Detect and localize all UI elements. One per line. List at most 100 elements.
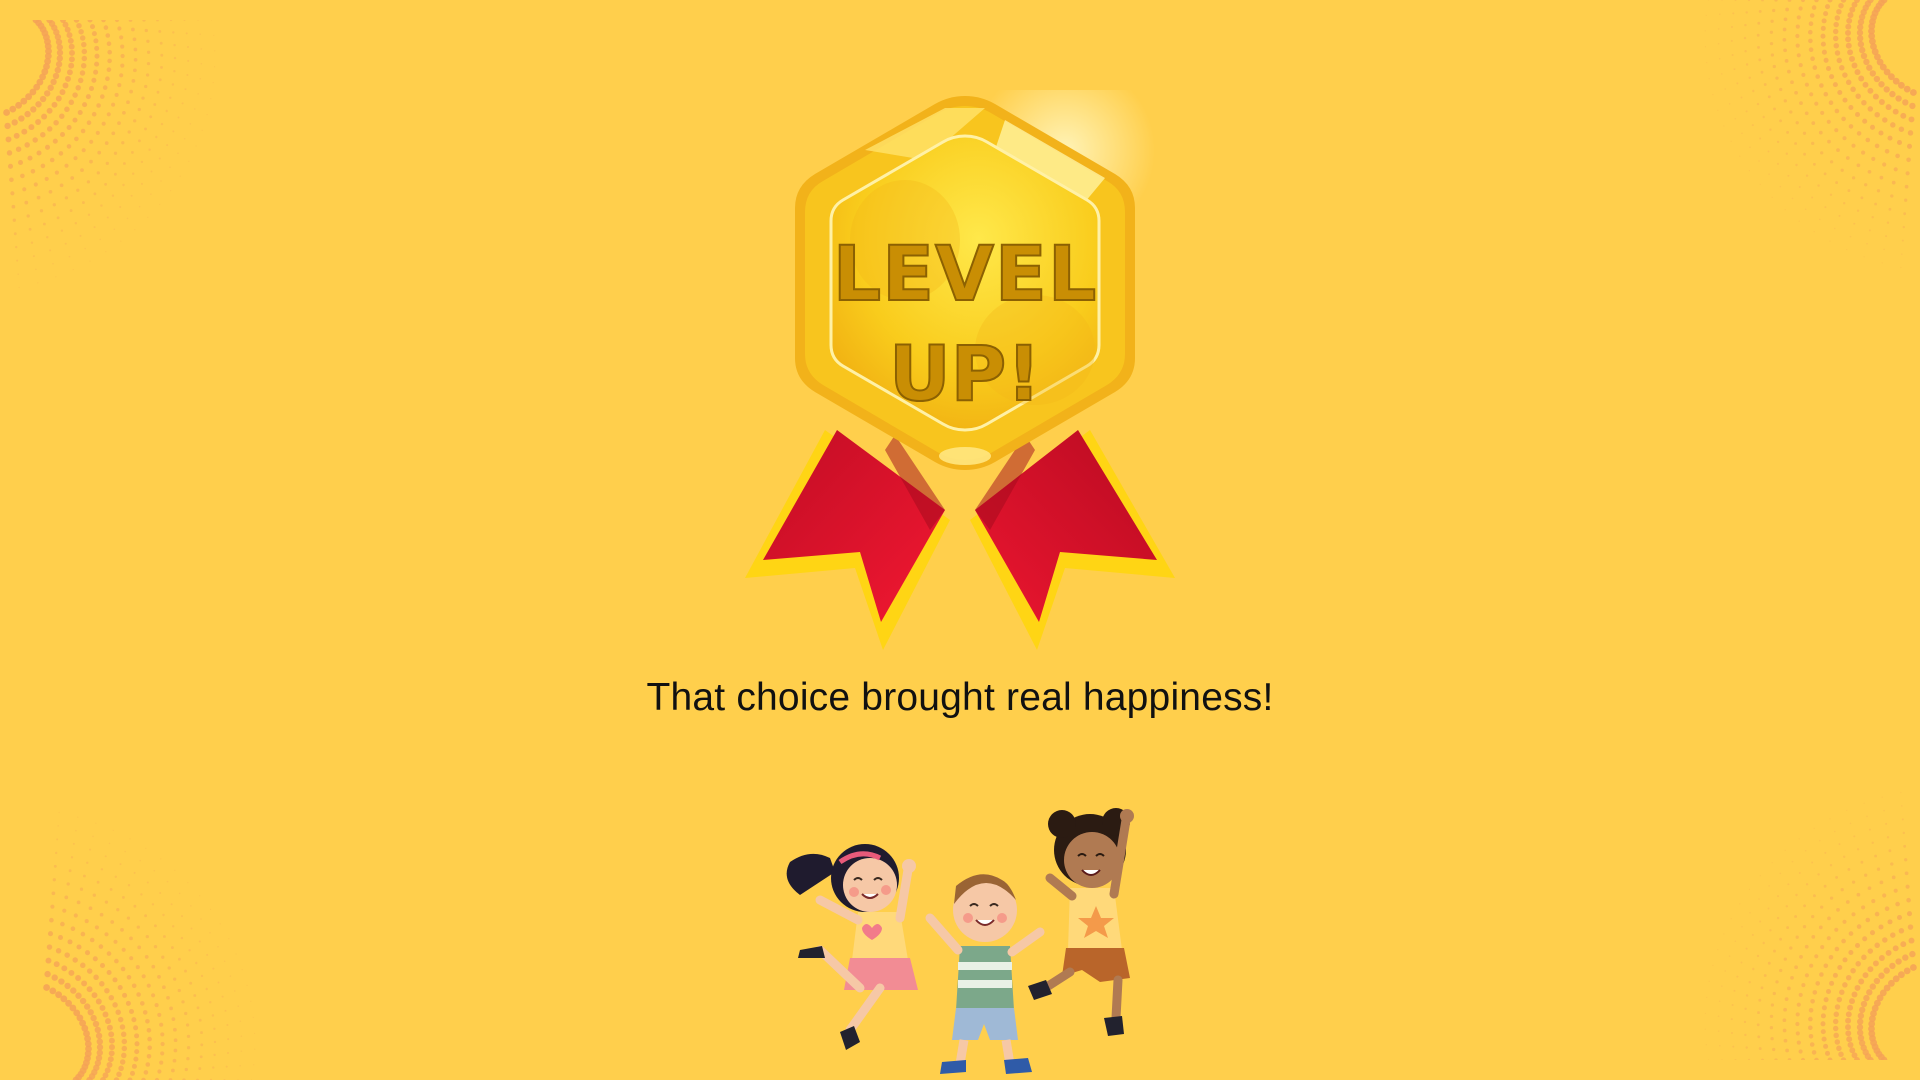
halftone-dot	[1813, 231, 1815, 233]
halftone-dot	[1794, 915, 1798, 918]
halftone-dot	[200, 63, 203, 65]
halftone-dot	[59, 89, 66, 96]
halftone-dot	[1908, 937, 1915, 944]
halftone-dot	[56, 55, 63, 62]
halftone-dot	[1809, 963, 1814, 968]
halftone-dot	[1799, 101, 1803, 105]
halftone-dot	[1795, 121, 1799, 125]
halftone-dot	[1848, 949, 1854, 956]
halftone-dot	[1708, 78, 1710, 80]
halftone-dot	[1809, 13, 1815, 18]
halftone-dot	[1783, 1038, 1788, 1043]
halftone-dot	[1895, 153, 1900, 159]
halftone-dot	[1862, 972, 1869, 979]
halftone-dot	[96, 171, 100, 175]
halftone-dot	[1782, 37, 1787, 42]
halftone-dot	[1874, 143, 1880, 149]
halftone-dot	[197, 93, 199, 95]
halftone-dot	[7, 163, 14, 169]
halftone-dot	[94, 925, 99, 930]
halftone-dot	[109, 1044, 115, 1051]
halftone-dot	[131, 1063, 137, 1069]
halftone-dot	[117, 984, 123, 991]
halftone-dot	[9, 177, 14, 183]
halftone-dot	[1874, 854, 1878, 858]
halftone-dot	[1869, 930, 1876, 936]
halftone-dot	[1724, 970, 1726, 972]
halftone-dot	[95, 1032, 103, 1039]
halftone-dot	[84, 919, 89, 924]
halftone-dot	[120, 966, 126, 972]
halftone-dot	[1856, 924, 1862, 929]
halftone-dot	[1794, 90, 1798, 95]
halftone-dot	[253, 1064, 255, 1066]
halftone-dot	[1853, 835, 1856, 838]
halftone-dot	[1834, 1039, 1841, 1045]
halftone-dot	[144, 955, 149, 959]
halftone-dot	[1812, 65, 1818, 70]
halftone-dot	[1829, 818, 1831, 820]
halftone-dot	[1811, 121, 1816, 125]
halftone-dot	[35, 119, 42, 125]
halftone-dot	[1751, 933, 1754, 936]
girl-right-figure	[1028, 808, 1134, 1036]
halftone-dot	[254, 1032, 256, 1034]
halftone-dot	[142, 1010, 148, 1015]
halftone-dot	[1800, 1057, 1806, 1060]
halftone-dot	[40, 163, 46, 169]
halftone-dot	[1910, 964, 1917, 971]
halftone-dot	[1840, 1057, 1847, 1060]
halftone-dots-bottom-left	[43, 811, 256, 1080]
halftone-dot	[1836, 148, 1840, 152]
halftone-dots-top-left	[3, 20, 216, 289]
halftone-dot	[1787, 883, 1790, 886]
halftone-dot	[48, 189, 53, 194]
halftone-dot	[1841, 938, 1846, 944]
halftone-dot	[1784, 997, 1789, 1001]
halftone-dot	[46, 107, 53, 114]
halftone-dot	[12, 218, 16, 222]
halftone-dot	[235, 953, 237, 955]
halftone-dot	[212, 82, 214, 84]
halftone-dot	[99, 1004, 106, 1011]
halftone-dot	[134, 1033, 140, 1039]
halftone-dot	[1885, 104, 1892, 111]
halftone-dot	[1784, 849, 1786, 851]
halftone-dot	[81, 48, 88, 55]
halftone-dot	[58, 978, 65, 985]
halftone-dot	[1719, 1044, 1721, 1047]
halftone-dot	[125, 1000, 131, 1006]
halftone-dot	[1890, 932, 1896, 938]
badge-text-line1: LEVEL	[833, 229, 1098, 318]
halftone-dot	[1860, 196, 1864, 200]
halftone-dot	[1708, 980, 1710, 982]
halftone-dot	[44, 970, 51, 978]
halftone-dot	[1798, 220, 1800, 222]
halftone-dot	[1845, 29, 1851, 36]
halftone-dot	[173, 70, 176, 73]
halftone-dot	[1808, 1016, 1813, 1022]
halftone-dot	[1905, 884, 1910, 889]
halftone-dot	[129, 936, 133, 941]
halftone-dot	[57, 825, 59, 827]
halftone-dot	[1854, 942, 1861, 949]
halftone-dot	[1886, 836, 1890, 839]
halftone-dot	[1856, 892, 1861, 897]
halftone-dot	[189, 981, 193, 985]
halftone-dot	[146, 39, 150, 43]
halftone-dot	[99, 981, 105, 987]
halftone-dot	[72, 117, 78, 123]
halftone-dot	[64, 895, 69, 900]
halftone-dot	[119, 35, 124, 40]
halftone-dot	[1884, 149, 1890, 154]
halftone-dot	[124, 850, 126, 853]
halftone-dot	[1731, 1004, 1734, 1006]
halftone-dot	[200, 1043, 204, 1047]
halftone-dot	[1784, 59, 1789, 63]
halftone-dot	[99, 912, 104, 917]
halftone-dot	[9, 105, 17, 113]
halftone-dot	[161, 955, 165, 959]
halftone-dot	[234, 990, 236, 992]
halftone-dot	[107, 1056, 114, 1063]
halftone-dot	[1779, 968, 1783, 973]
